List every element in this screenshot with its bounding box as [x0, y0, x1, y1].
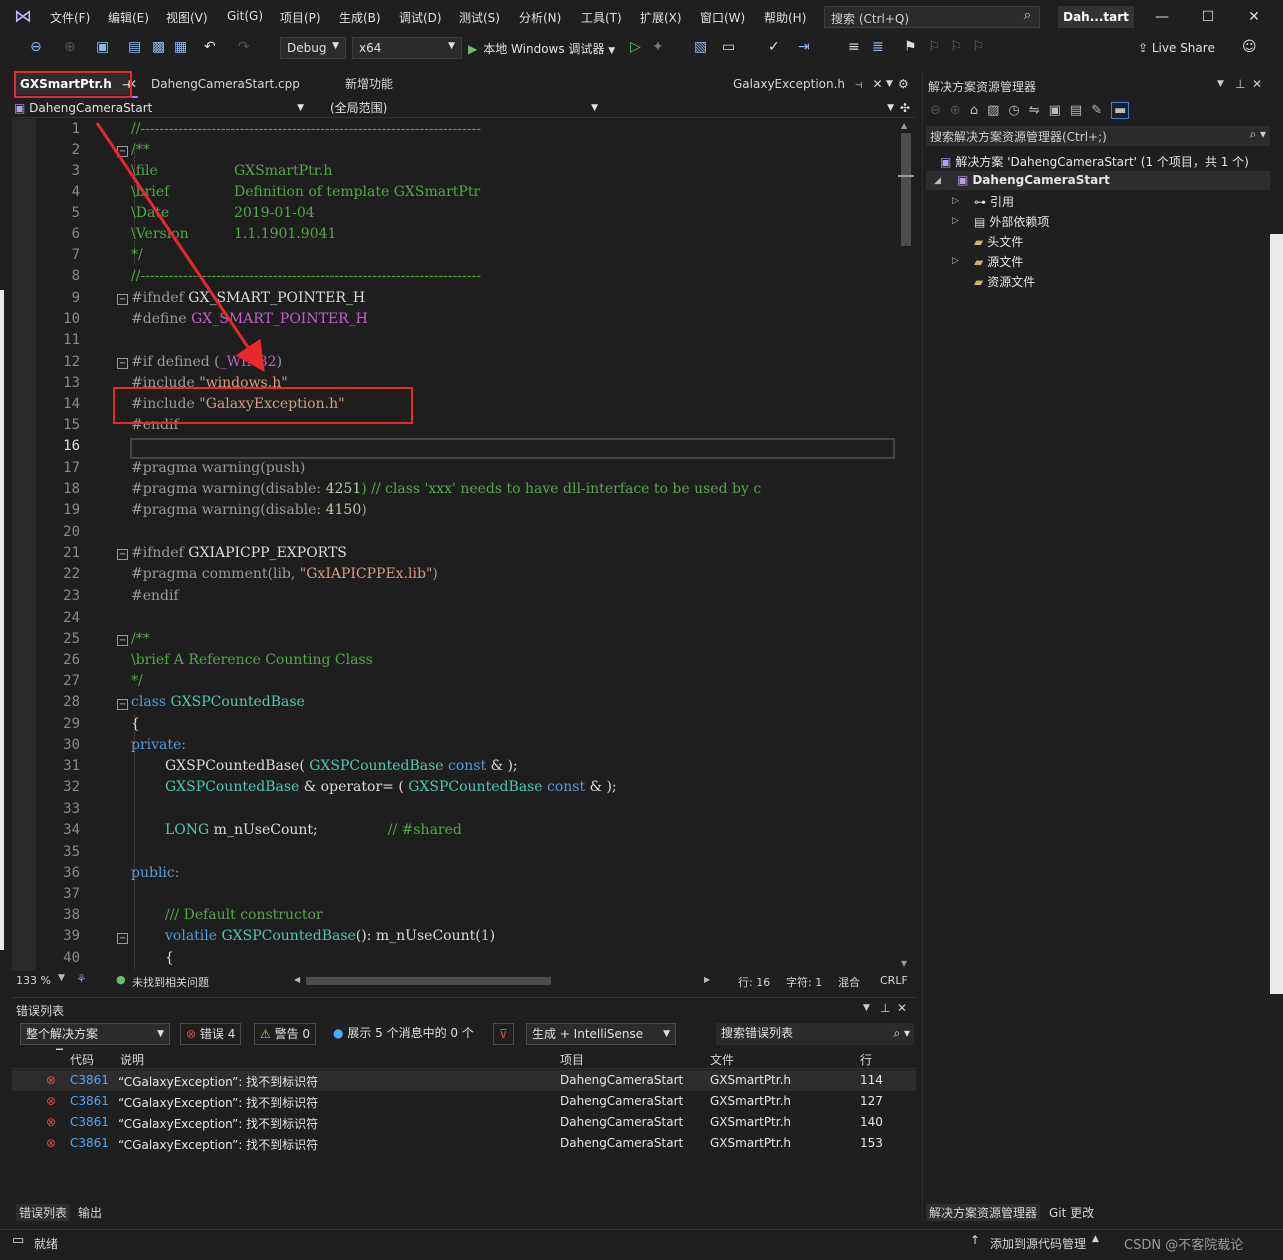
annotation-arrow [95, 122, 265, 372]
